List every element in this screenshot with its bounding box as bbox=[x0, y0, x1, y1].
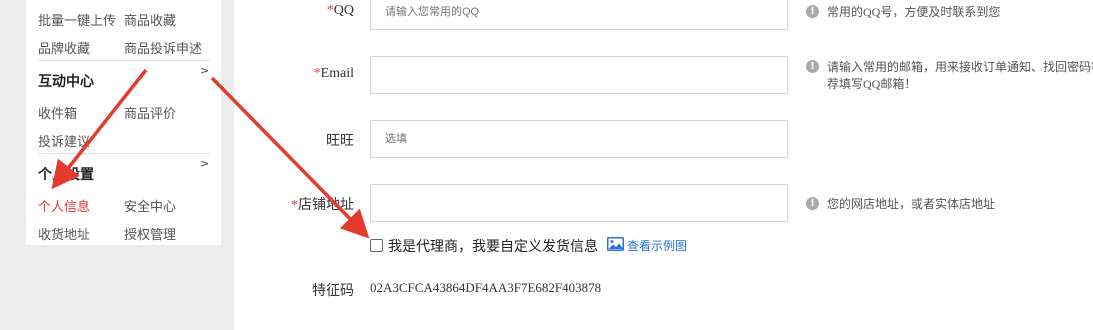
required-mark: * bbox=[326, 3, 334, 18]
email-label: *Email bbox=[313, 66, 354, 81]
sidebar-item-product-complaint[interactable]: 商品投诉申述 bbox=[124, 38, 202, 57]
chevron-right-icon[interactable]: > bbox=[200, 157, 209, 170]
page: 批量一键上传 商品收藏 品牌收藏 商品投诉申述 互动中心 > 收件箱 商品评价 … bbox=[0, 0, 1093, 330]
info-icon: ! bbox=[806, 5, 819, 18]
sidebar-menu: 批量一键上传 商品收藏 品牌收藏 商品投诉申述 互动中心 > 收件箱 商品评价 … bbox=[26, 0, 221, 245]
email-input[interactable] bbox=[370, 56, 788, 94]
sidebar-section-personal[interactable]: 个人设置 bbox=[38, 164, 94, 184]
qq-label: *QQ bbox=[326, 3, 354, 18]
fingerprint-label: 特征码 bbox=[312, 284, 354, 299]
fingerprint-value: 02A3CFCA43864DF4AA3F7E682F403878 bbox=[370, 280, 602, 295]
sidebar-item-shipping-address[interactable]: 收货地址 bbox=[38, 224, 90, 243]
agent-checkbox[interactable] bbox=[370, 239, 383, 252]
sidebar-item-security-center[interactable]: 安全中心 bbox=[124, 196, 176, 215]
required-mark: * bbox=[291, 198, 298, 213]
view-example-link[interactable]: 查看示例图 bbox=[627, 237, 687, 254]
sidebar-item-batch-upload[interactable]: 批量一键上传 bbox=[38, 10, 116, 29]
sidebar-section-interaction[interactable]: 互动中心 bbox=[38, 71, 94, 91]
wangwang-label: 旺旺 bbox=[326, 134, 354, 149]
sidebar-item-brand-favorites[interactable]: 品牌收藏 bbox=[38, 38, 90, 57]
sidebar-divider bbox=[38, 60, 210, 61]
info-icon: ! bbox=[806, 197, 819, 210]
sidebar-item-product-favorites[interactable]: 商品收藏 bbox=[124, 10, 176, 29]
shop-address-label: *店铺地址 bbox=[291, 198, 354, 213]
sidebar-item-inbox[interactable]: 收件箱 bbox=[38, 103, 77, 122]
chevron-right-icon[interactable]: > bbox=[200, 64, 209, 77]
wangwang-input[interactable] bbox=[370, 120, 788, 158]
qq-input[interactable] bbox=[370, 0, 788, 30]
sidebar-item-complaints[interactable]: 投诉建议 bbox=[38, 131, 90, 150]
sidebar-item-personal-info[interactable]: 个人信息 bbox=[38, 196, 90, 215]
info-icon: ! bbox=[806, 60, 819, 73]
profile-form: *QQ ! 常用的QQ号，方便及时联系到您 *Email ! 请输入常用的邮箱，… bbox=[234, 0, 1093, 330]
image-icon[interactable] bbox=[607, 237, 624, 251]
sidebar-item-authorization[interactable]: 授权管理 bbox=[124, 224, 176, 243]
shop-address-input[interactable] bbox=[370, 184, 788, 222]
sidebar-item-product-reviews[interactable]: 商品评价 bbox=[124, 103, 176, 122]
required-mark: * bbox=[313, 66, 321, 81]
agent-checkbox-label[interactable]: 我是代理商，我要自定义发货信息 bbox=[388, 236, 598, 256]
sidebar-divider bbox=[38, 153, 210, 154]
